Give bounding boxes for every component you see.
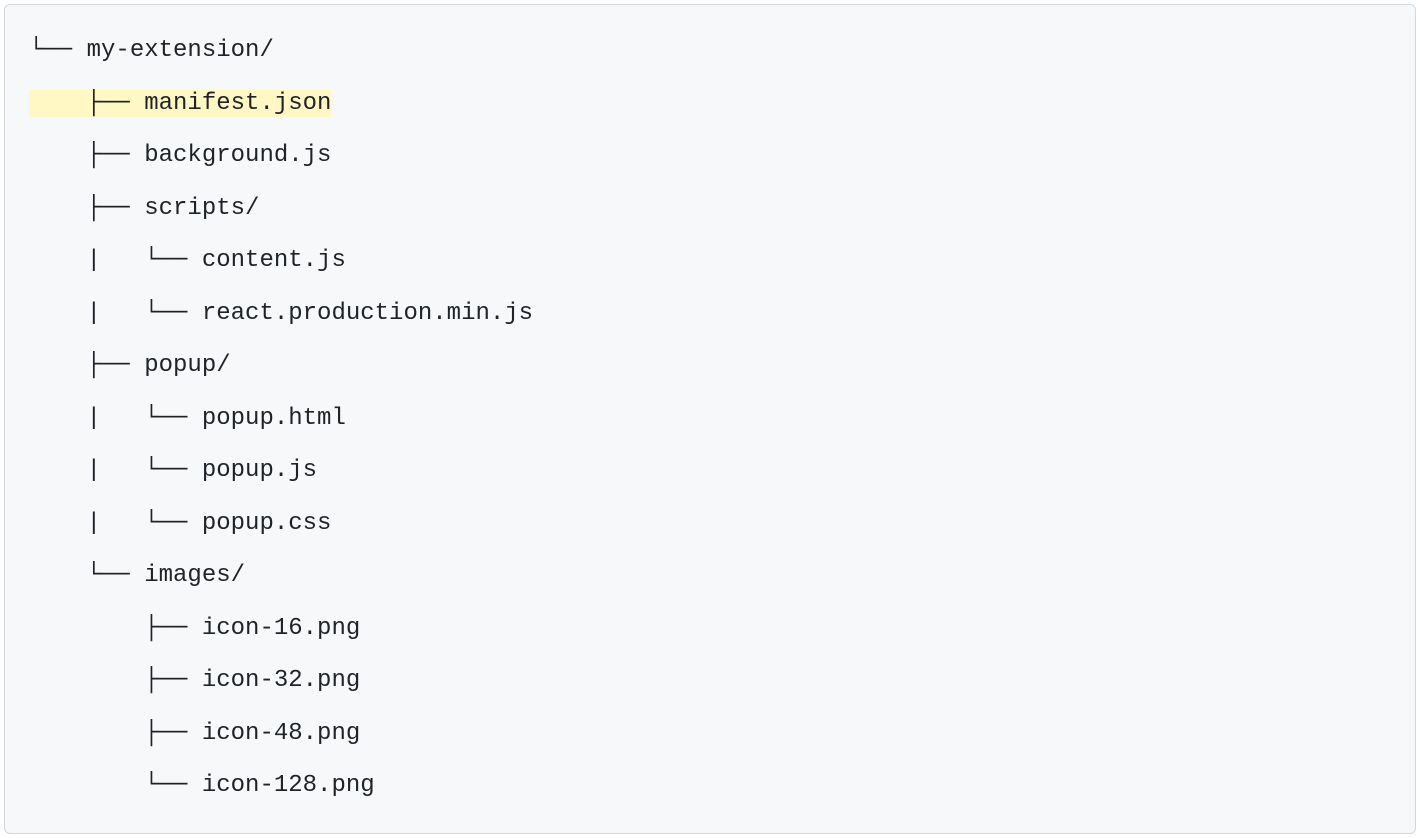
tree-line: └── images/ xyxy=(29,550,1391,603)
tree-line: | └── content.js xyxy=(29,235,1391,288)
tree-line: └── icon-128.png xyxy=(29,760,1391,813)
tree-line: ├── icon-16.png xyxy=(29,603,1391,656)
file-tree-code-block: └── my-extension/ ├── manifest.json ├── … xyxy=(4,4,1416,834)
tree-line: | └── react.production.min.js xyxy=(29,288,1391,341)
tree-line: └── my-extension/ xyxy=(29,25,1391,78)
tree-line: ├── background.js xyxy=(29,130,1391,183)
highlighted-text: ├── manifest.json xyxy=(29,90,331,117)
tree-line: ├── icon-32.png xyxy=(29,655,1391,708)
tree-line: ├── manifest.json xyxy=(29,78,1391,131)
tree-line: | └── popup.css xyxy=(29,498,1391,551)
tree-line: | └── popup.html xyxy=(29,393,1391,446)
tree-line: | └── popup.js xyxy=(29,445,1391,498)
tree-line: ├── icon-48.png xyxy=(29,708,1391,761)
tree-line: ├── popup/ xyxy=(29,340,1391,393)
tree-line: ├── scripts/ xyxy=(29,183,1391,236)
